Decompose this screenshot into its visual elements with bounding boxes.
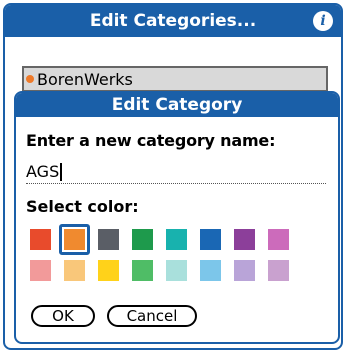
color-swatch-selected[interactable] [59,224,90,255]
cancel-button[interactable]: Cancel [107,305,197,327]
category-list-item-label: BorenWerks [37,69,133,89]
window-title: Edit Categories... [89,11,257,31]
text-cursor [60,162,63,181]
color-swatch[interactable] [30,260,51,281]
color-swatch[interactable] [200,229,221,250]
category-name-prompt: Enter a new category name: [26,131,276,150]
select-color-label: Select color: [26,197,139,216]
color-swatch[interactable] [64,260,85,281]
color-swatch[interactable] [98,229,119,250]
category-list-item[interactable]: BorenWerks [22,66,328,92]
color-swatch-grid [30,224,326,291]
edit-category-dialog: Edit Category Enter a new category name:… [14,91,340,344]
color-swatch[interactable] [98,260,119,281]
dialog-title: Edit Category [16,93,338,117]
window-title-bar: Edit Categories... i [5,5,341,37]
category-name-input[interactable]: AGS [26,160,326,184]
color-swatch[interactable] [166,229,187,250]
color-swatch[interactable] [200,260,221,281]
color-swatch[interactable] [30,229,51,250]
color-swatch[interactable] [166,260,187,281]
swatch-row [30,224,326,255]
swatch-row [30,260,326,281]
color-swatch[interactable] [234,229,255,250]
ok-button[interactable]: OK [31,305,95,327]
color-swatch[interactable] [132,260,153,281]
category-name-value: AGS [26,162,60,181]
color-swatch[interactable] [234,260,255,281]
color-swatch[interactable] [132,229,153,250]
info-icon[interactable]: i [313,11,333,31]
color-swatch[interactable] [268,260,289,281]
color-swatch[interactable] [268,229,289,250]
category-color-dot [26,75,34,83]
